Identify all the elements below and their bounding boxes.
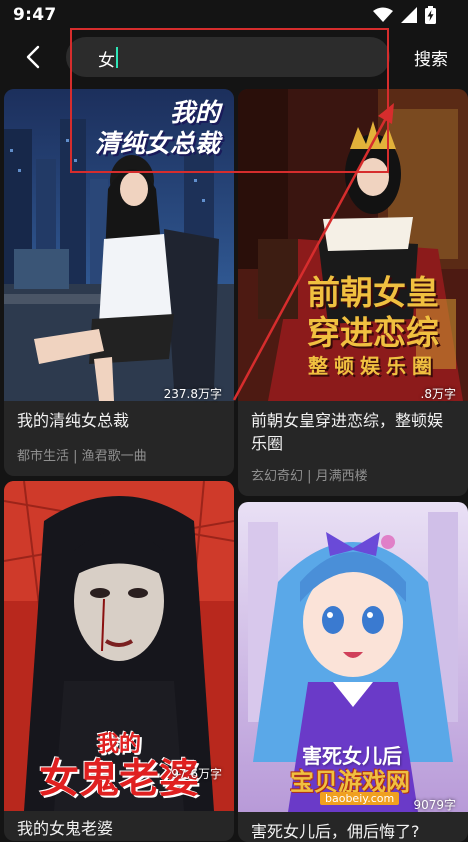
cover-caption-line: 整顿娱乐圈 (308, 354, 438, 378)
cover-caption-line: 清纯女总裁 (94, 129, 220, 158)
site-watermark: 宝贝游戏网 baobeiy.com (290, 762, 410, 805)
cover-caption: 我的 清纯女总裁 (95, 97, 220, 159)
status-bar: 9:47 (0, 0, 468, 32)
book-cover-image: 前朝女皇 穿进恋综 整顿娱乐圈 (238, 89, 468, 401)
chevron-left-icon (26, 45, 40, 69)
cover-caption-line: 穿进恋综 (307, 313, 439, 352)
status-time: 9:47 (13, 5, 57, 25)
book-title: 害死女儿后，佣后悔了? (251, 822, 420, 841)
signal-icon (401, 7, 417, 27)
battery-charging-icon (425, 6, 436, 28)
cover-caption-line: 前朝女皇 (307, 273, 439, 312)
watermark-url: baobeiy.com (320, 792, 400, 805)
status-icons (373, 6, 436, 28)
book-title: 我的女鬼老婆 (17, 819, 114, 838)
back-button[interactable] (18, 42, 48, 72)
book-meta: 都市生活 | 渔君歌一曲 (17, 449, 147, 464)
search-button[interactable]: 搜索 (414, 45, 448, 70)
word-count: .8万字 (420, 387, 456, 401)
book-cover-image: 我的 女鬼老婆 (4, 481, 234, 811)
book-card[interactable]: 前朝女皇 穿进恋综 整顿娱乐圈 .8万字 前朝女皇穿进恋综，整顿娱乐圈 玄幻奇幻… (238, 89, 468, 496)
cover-caption: 前朝女皇 穿进恋综 整顿娱乐圈 (278, 273, 468, 379)
book-card[interactable]: 我的 清纯女总裁 237.8万字 我的清纯女总裁 都市生活 | 渔君歌一曲 (4, 89, 234, 476)
book-title: 前朝女皇穿进恋综，整顿娱乐圈 (251, 411, 444, 453)
wifi-icon (373, 7, 393, 27)
book-card[interactable]: 我的 女鬼老婆 97.6万字 我的女鬼老婆 (4, 481, 234, 841)
word-count: 97.6万字 (171, 767, 222, 781)
search-header: 女 搜索 (0, 32, 468, 84)
text-caret (116, 47, 118, 68)
search-input-value: 女 (98, 51, 115, 71)
cover-caption-line: 我的 (96, 731, 141, 757)
book-cover-image: 我的 清纯女总裁 (4, 89, 234, 401)
word-count: 9079字 (413, 798, 456, 812)
word-count: 237.8万字 (163, 387, 222, 401)
cover-caption-line: 我的 (169, 98, 220, 127)
book-title: 我的清纯女总裁 (17, 411, 130, 430)
search-input[interactable]: 女 (66, 37, 390, 77)
book-meta: 玄幻奇幻 | 月满西楼 (251, 469, 368, 484)
